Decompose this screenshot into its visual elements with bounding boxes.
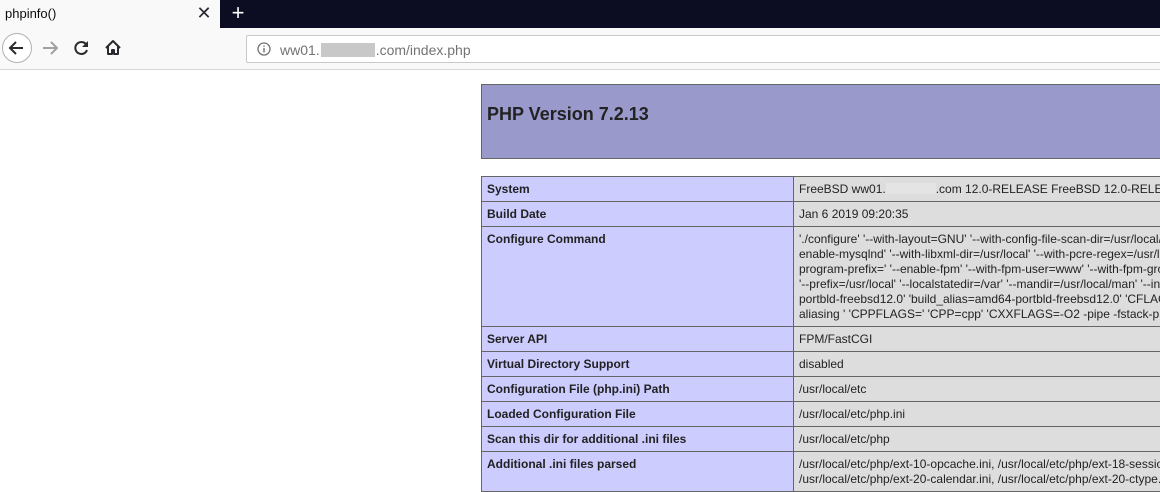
php-version-header: PHP Version 7.2.13	[481, 84, 1160, 159]
row-value: './configure' '--with-layout=GNU' '--wit…	[794, 227, 1160, 327]
new-tab-button[interactable]: +	[227, 2, 249, 24]
row-label: System	[482, 177, 794, 202]
configure-line: './configure' '--with-layout=GNU' '--wit…	[799, 232, 1160, 247]
redacted-domain	[321, 43, 375, 57]
ini-file-line: /usr/local/etc/php/ext-20-calendar.ini, …	[799, 472, 1160, 487]
table-row: Build Date Jan 6 2019 09:20:35	[482, 202, 1160, 227]
configure-line: portbld-freebsd12.0' 'build_alias=amd64-…	[799, 292, 1160, 307]
tab-bar: phpinfo() ✕ +	[0, 0, 1160, 28]
table-row: Virtual Directory Support disabled	[482, 352, 1160, 377]
close-tab-icon[interactable]: ✕	[196, 4, 212, 22]
row-label: Server API	[482, 327, 794, 352]
configure-line: enable-mysqlnd' '--with-libxml-dir=/usr/…	[799, 247, 1160, 262]
system-value-part1: FreeBSD ww01.	[799, 182, 886, 196]
browser-tab[interactable]: phpinfo() ✕	[0, 0, 220, 28]
arrow-right-icon	[35, 33, 65, 63]
row-label: Build Date	[482, 202, 794, 227]
row-value: disabled	[794, 352, 1160, 377]
url-prefix: ww01.	[280, 42, 320, 58]
configure-line: aliasing ' 'CPPFLAGS=' 'CPP=cpp' 'CXXFLA…	[799, 307, 1160, 322]
system-value-part2: .com 12.0-RELEASE FreeBSD 12.0-RELEASE	[936, 182, 1160, 196]
phpinfo-table: System FreeBSD ww01. .com 12.0-RELEASE Fr…	[481, 176, 1160, 492]
row-label: Configuration File (php.ini) Path	[482, 377, 794, 402]
back-button[interactable]	[2, 33, 32, 63]
table-row: Loaded Configuration File /usr/local/etc…	[482, 402, 1160, 427]
url-text[interactable]: ww01. .com/index.php	[280, 42, 471, 58]
table-row: Configuration File (php.ini) Path /usr/l…	[482, 377, 1160, 402]
table-row: Configure Command './configure' '--with-…	[482, 227, 1160, 327]
row-label: Configure Command	[482, 227, 794, 327]
table-row: Scan this dir for additional .ini files …	[482, 427, 1160, 452]
row-label: Loaded Configuration File	[482, 402, 794, 427]
row-value: /usr/local/etc/php	[794, 427, 1160, 452]
page-title: PHP Version 7.2.13	[487, 104, 649, 125]
table-row: Server API FPM/FastCGI	[482, 327, 1160, 352]
row-value: Jan 6 2019 09:20:35	[794, 202, 1160, 227]
redacted-hostname	[886, 183, 936, 194]
row-label: Virtual Directory Support	[482, 352, 794, 377]
reload-icon	[67, 33, 97, 63]
row-label: Additional .ini files parsed	[482, 452, 794, 492]
table-row: Additional .ini files parsed /usr/local/…	[482, 452, 1160, 492]
address-bar[interactable]: ww01. .com/index.php	[246, 35, 1160, 63]
tab-title: phpinfo()	[5, 6, 56, 21]
row-value: /usr/local/etc/php/ext-10-opcache.ini, /…	[794, 452, 1160, 492]
row-value: /usr/local/etc/php.ini	[794, 402, 1160, 427]
row-value: FreeBSD ww01. .com 12.0-RELEASE FreeBSD 1…	[794, 177, 1160, 202]
info-icon[interactable]	[257, 42, 271, 56]
row-value: /usr/local/etc	[794, 377, 1160, 402]
forward-button[interactable]	[35, 33, 65, 63]
table-row: System FreeBSD ww01. .com 12.0-RELEASE Fr…	[482, 177, 1160, 202]
arrow-left-icon	[3, 34, 31, 62]
row-value: FPM/FastCGI	[794, 327, 1160, 352]
configure-line: program-prefix=' '--enable-fpm' '--with-…	[799, 262, 1160, 277]
row-label: Scan this dir for additional .ini files	[482, 427, 794, 452]
configure-line: '--prefix=/usr/local' '--localstatedir=/…	[799, 277, 1160, 292]
home-button[interactable]	[98, 33, 128, 63]
url-suffix: .com/index.php	[376, 42, 471, 58]
reload-button[interactable]	[67, 33, 97, 63]
home-icon	[98, 33, 128, 63]
